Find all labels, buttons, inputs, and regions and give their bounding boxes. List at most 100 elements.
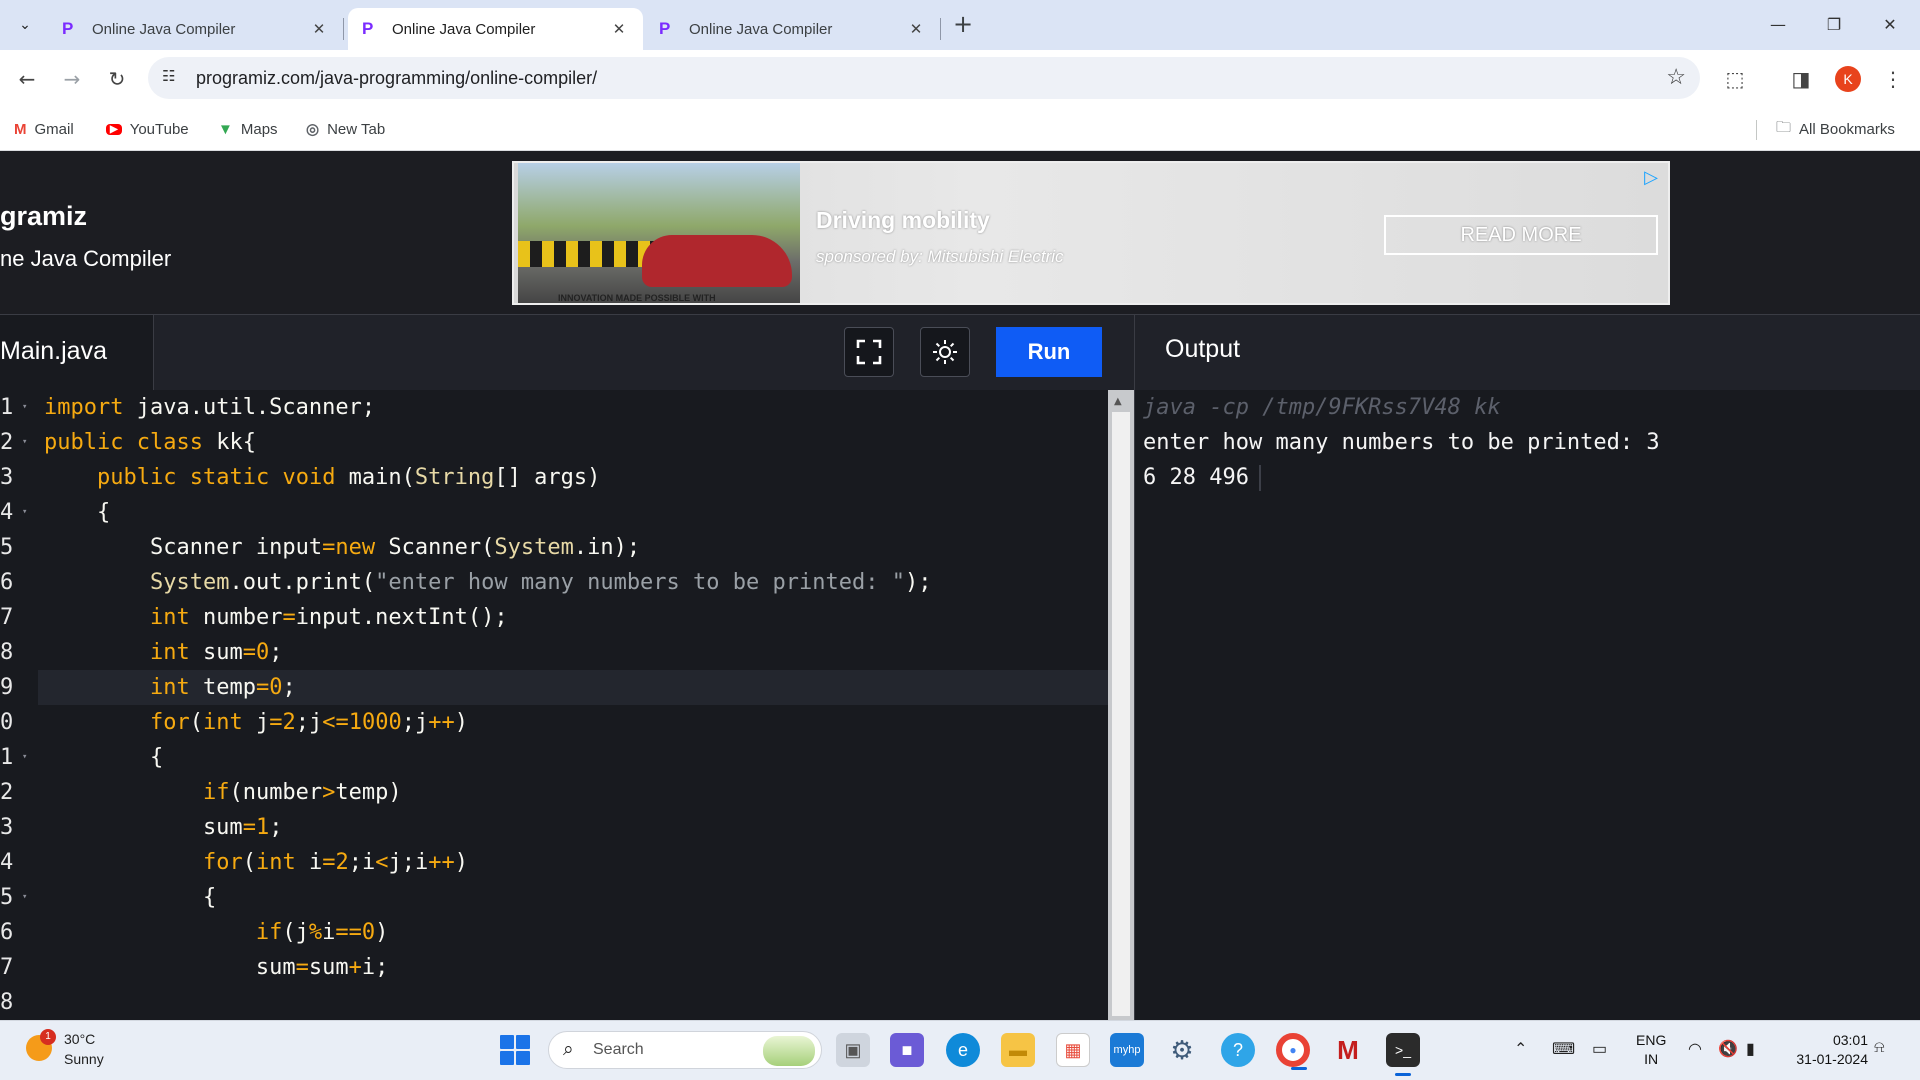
display-icon: ▭: [1592, 1041, 1608, 1058]
taskbar-store[interactable]: ▦: [1056, 1033, 1090, 1067]
bookmark-youtube[interactable]: ▶ YouTube: [106, 118, 189, 140]
run-button[interactable]: Run: [996, 327, 1102, 377]
extensions-button[interactable]: ⬚: [1720, 64, 1750, 94]
advertisement-banner[interactable]: INNOVATION MADE POSSIBLE WITH Driving mo…: [512, 161, 1670, 305]
line-number: 1 ▾: [0, 740, 36, 775]
editor-scrollbar[interactable]: ▲: [1108, 390, 1134, 1020]
code-line: sum=1;: [44, 815, 283, 840]
tray-keyboard[interactable]: ⌨: [1552, 1039, 1575, 1059]
tab-divider: [343, 18, 344, 40]
search-icon: ⌕: [563, 1039, 574, 1060]
side-panel-button[interactable]: ◨: [1786, 64, 1816, 94]
ad-choices-icon[interactable]: ▷: [1638, 167, 1664, 191]
tray-battery[interactable]: ▮: [1746, 1039, 1755, 1059]
bookmark-star-icon[interactable]: ☆: [1666, 64, 1686, 90]
notifications-button[interactable]: ⍾: [1874, 1039, 1885, 1057]
forward-button[interactable]: →: [57, 64, 87, 94]
puzzle-icon: ⬚: [1725, 67, 1745, 91]
programiz-favicon-icon: P: [362, 19, 374, 38]
taskbar-mcafee[interactable]: M: [1331, 1033, 1365, 1067]
code-line: import java.util.Scanner;: [44, 395, 376, 420]
tab-search-button[interactable]: ⌄: [10, 10, 40, 40]
fold-toggle-icon[interactable]: ▾: [22, 425, 27, 460]
taskbar-search[interactable]: ⌕ Search: [548, 1031, 822, 1069]
tray-wifi[interactable]: ◠: [1688, 1039, 1702, 1059]
gmail-icon: M: [14, 120, 27, 138]
ad-image: INNOVATION MADE POSSIBLE WITH: [518, 163, 800, 303]
browser-tab-2[interactable]: P Online Java Compiler ✕: [348, 8, 643, 50]
chrome-menu-button[interactable]: ⋮: [1878, 64, 1908, 94]
tray-volume[interactable]: 🔇: [1718, 1039, 1738, 1059]
browser-tab-3[interactable]: P Online Java Compiler ✕: [645, 8, 940, 50]
edge-icon: e: [957, 1039, 968, 1060]
taskbar-settings[interactable]: ⚙: [1165, 1033, 1199, 1067]
fullscreen-icon: [856, 339, 882, 365]
taskbar-myhp[interactable]: myhp: [1110, 1033, 1144, 1067]
language-indicator[interactable]: ENG IN: [1636, 1031, 1666, 1069]
taskbar-meet[interactable]: ■: [890, 1033, 924, 1067]
taskbar-terminal[interactable]: >_: [1386, 1033, 1420, 1076]
bell-icon: ⍾: [1874, 1039, 1885, 1056]
reload-button[interactable]: ↻: [102, 64, 132, 94]
line-number: 4 ▾: [0, 495, 36, 530]
line-number: 6: [0, 570, 14, 595]
tab-title: Online Java Compiler: [92, 20, 236, 38]
line-number: 2 ▾: [0, 425, 36, 460]
bookmark-maps[interactable]: ▼ Maps: [218, 118, 278, 140]
ad-sponsor: sponsored by: Mitsubishi Electric: [816, 247, 1064, 266]
output-line[interactable]: 6 28 496: [1143, 460, 1261, 495]
start-button[interactable]: [500, 1035, 530, 1065]
weather-condition[interactable]: Sunny: [64, 1051, 104, 1067]
tray-overflow-button[interactable]: ⌃: [1514, 1039, 1527, 1059]
fold-toggle-icon[interactable]: ▾: [22, 880, 27, 915]
address-bar[interactable]: ☷ programiz.com/java-programming/online-…: [148, 57, 1700, 99]
window-close-button[interactable]: ✕: [1862, 0, 1918, 48]
profile-avatar[interactable]: K: [1835, 66, 1861, 92]
editor-toolbar: Main.java Run: [0, 314, 1134, 391]
taskbar-chrome[interactable]: ●: [1276, 1033, 1310, 1070]
bookmark-label: Maps: [240, 120, 278, 138]
all-bookmarks-button[interactable]: 🗀 All Bookmarks: [1776, 118, 1895, 140]
bookmark-gmail[interactable]: M Gmail: [14, 118, 74, 140]
tab-strip: ⌄ P Online Java Compiler ✕ P Online Java…: [0, 0, 1920, 50]
code-editor[interactable]: 1 ▾ 2 ▾ 3 4 ▾ 5 6 7 8 9 0 1 ▾ 2 3 4 5 ▾ 6 7 8 import java.util…: [0, 390, 1108, 1020]
file-tab-main-java[interactable]: Main.java: [0, 315, 154, 391]
browser-tab-1[interactable]: P Online Java Compiler ✕: [48, 8, 343, 50]
close-icon[interactable]: ✕: [906, 20, 926, 38]
close-icon[interactable]: ✕: [309, 20, 329, 38]
theme-toggle-button[interactable]: [920, 327, 970, 377]
line-number: 2: [0, 780, 14, 805]
code-line: {: [44, 745, 164, 770]
ad-title: Driving mobility: [816, 207, 990, 233]
scrollbar-thumb[interactable]: [1112, 412, 1130, 1016]
fold-toggle-icon[interactable]: ▾: [22, 390, 27, 425]
code-line: System.out.print("enter how many numbers…: [149, 570, 932, 595]
new-tab-button[interactable]: +: [948, 10, 978, 40]
taskbar-copilot[interactable]: ?: [1221, 1033, 1255, 1067]
site-header: gramiz ne Java Compiler INNOVATION MADE …: [0, 151, 1920, 314]
site-info-icon[interactable]: ☷: [162, 67, 184, 89]
ad-read-more-button[interactable]: READ MORE: [1384, 215, 1658, 255]
taskbar-edge[interactable]: e: [946, 1033, 980, 1067]
weather-temperature[interactable]: 30°C: [64, 1031, 95, 1047]
tray-display[interactable]: ▭: [1592, 1039, 1607, 1059]
minimize-button[interactable]: —: [1750, 0, 1806, 48]
clock-date: 31-01-2024: [1796, 1051, 1868, 1067]
fold-toggle-icon[interactable]: ▾: [22, 740, 27, 775]
taskbar-file-explorer[interactable]: ▬: [1001, 1033, 1035, 1067]
restore-button[interactable]: ❐: [1806, 0, 1862, 48]
ad-barrier-graphic: [518, 241, 658, 267]
close-icon[interactable]: ✕: [609, 20, 629, 38]
scroll-up-icon[interactable]: ▲: [1114, 396, 1122, 407]
site-logo[interactable]: gramiz: [0, 201, 87, 232]
chevron-down-icon: ⌄: [19, 17, 31, 33]
output-command: java -cp /tmp/9FKRss7V48 kk: [1143, 395, 1501, 420]
back-button[interactable]: ←: [12, 64, 42, 94]
task-view-button[interactable]: ▣: [836, 1033, 870, 1067]
system-clock[interactable]: 03:01 31-01-2024: [1786, 1031, 1868, 1069]
code-line: public class kk{: [44, 430, 256, 455]
fullscreen-button[interactable]: [844, 327, 894, 377]
fold-toggle-icon[interactable]: ▾: [22, 495, 27, 530]
bookmark-new-tab[interactable]: ◎ New Tab: [306, 118, 385, 140]
battery-icon: ▮: [1746, 1041, 1755, 1058]
